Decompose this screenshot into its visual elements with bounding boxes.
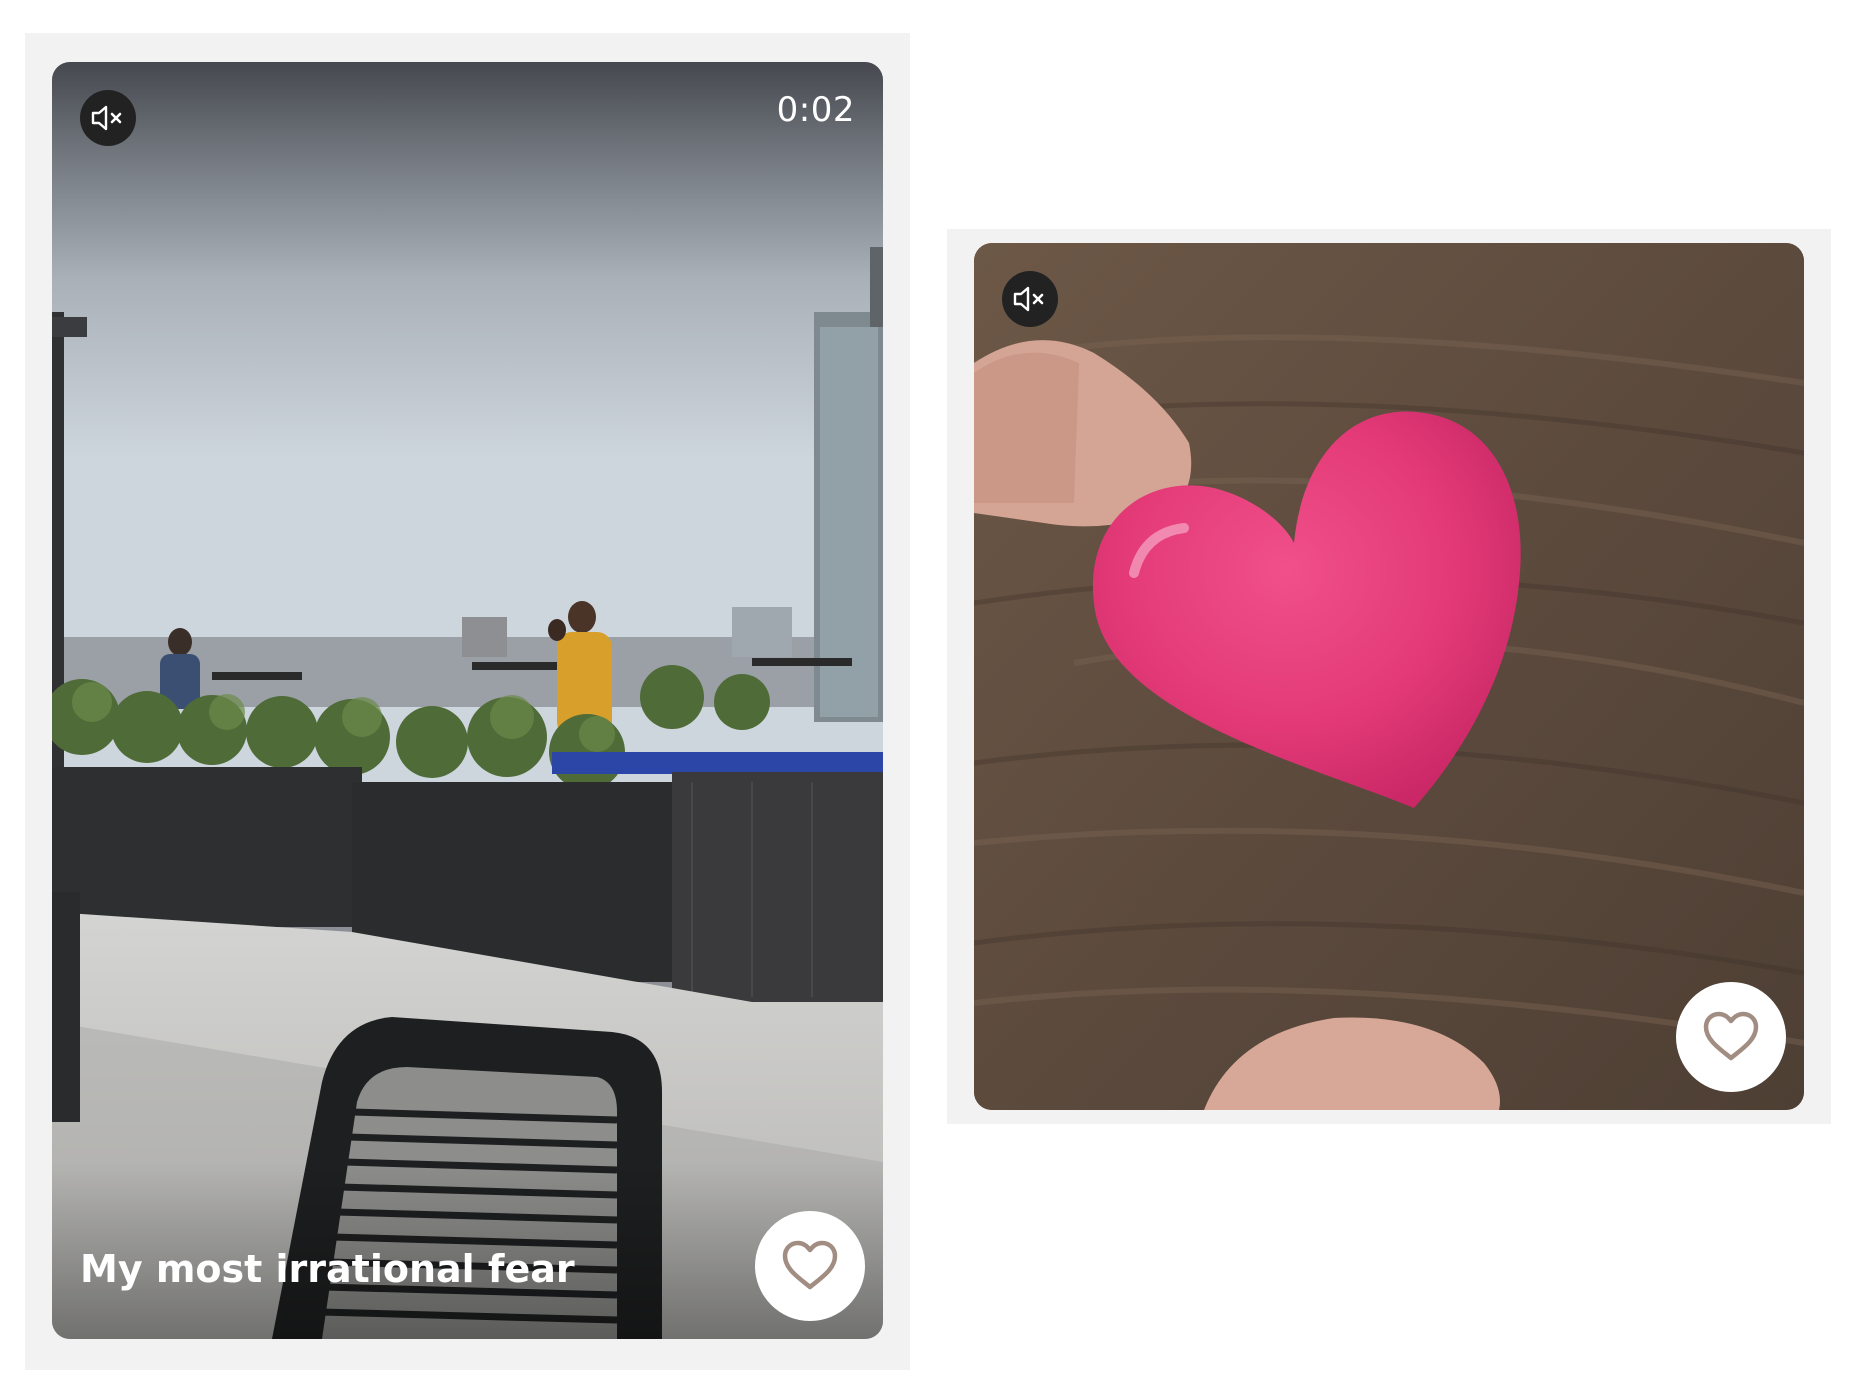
video-caption: My most irrational fear (80, 1247, 575, 1291)
video-thumbnail-rooftop-terrace[interactable] (52, 62, 883, 1339)
video-duration: 0:02 (776, 90, 855, 130)
video-card[interactable]: 0:02 My most irrational fear (52, 62, 883, 1339)
speaker-muted-icon (91, 105, 122, 131)
heart-outline-icon (1703, 1011, 1759, 1061)
like-button[interactable] (1676, 982, 1786, 1092)
video-card[interactable] (974, 243, 1804, 1110)
speaker-muted-icon (1013, 286, 1044, 312)
like-button[interactable] (755, 1211, 865, 1321)
video-thumbnail-pink-heart[interactable] (974, 243, 1804, 1110)
mute-toggle-button[interactable] (80, 90, 136, 146)
mute-toggle-button[interactable] (1002, 271, 1058, 327)
heart-outline-icon (782, 1240, 838, 1290)
